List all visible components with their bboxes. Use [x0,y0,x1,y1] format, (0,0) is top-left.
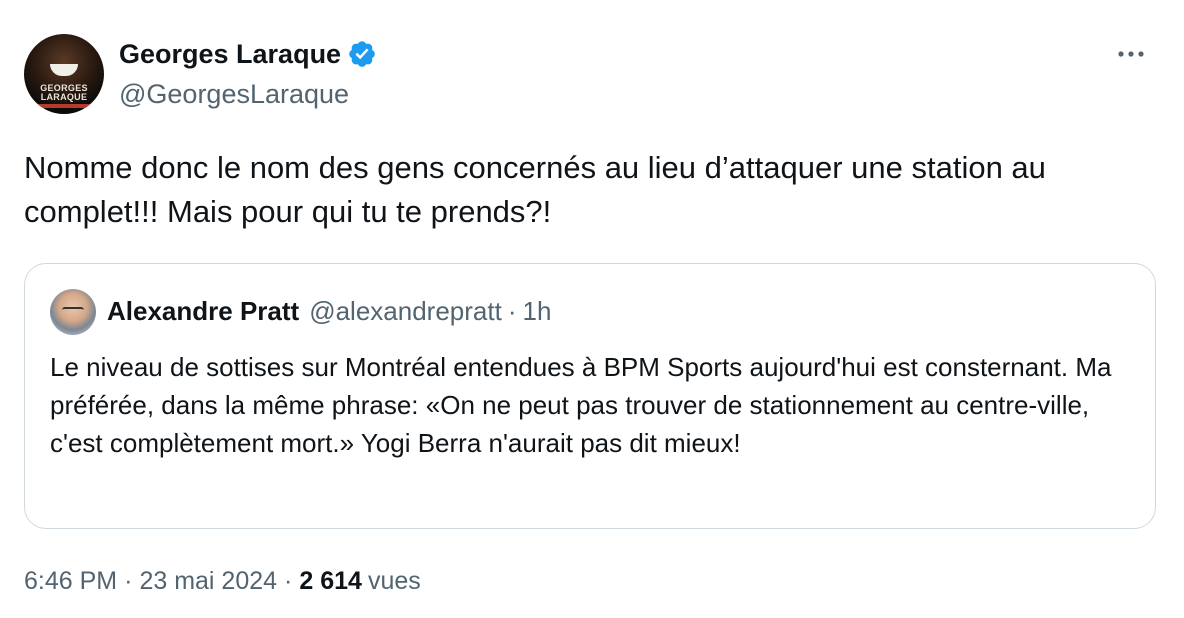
avatar-book-band [32,104,96,108]
quoted-separator: · [507,296,517,326]
quoted-text: Le niveau de sottises sur Montréal enten… [50,352,1112,458]
avatar-smile [50,64,78,76]
quoted-header: Alexandre Pratt @alexandrepratt · 1h [107,295,551,327]
views-count[interactable]: 2 614 [299,565,362,597]
tweet-time[interactable]: 6:46 PM [24,565,117,597]
tweet-text: Nomme donc le nom des gens concernés au … [24,150,1046,229]
quoted-display-name[interactable]: Alexandre Pratt [107,295,299,327]
quoted-tweet-card[interactable]: Alexandre Pratt @alexandrepratt · 1h Le … [24,263,1156,529]
author-handle[interactable]: @GeorgesLaraque [119,78,349,110]
verified-badge-icon[interactable] [347,39,377,69]
meta-separator: · [284,567,293,595]
quoted-handle[interactable]: @alexandrepratt [309,295,502,327]
quoted-timestamp[interactable]: 1h [522,295,551,327]
more-horizontal-icon[interactable] [1114,42,1148,66]
views-label: vues [367,567,421,595]
meta-separator: · [124,567,133,595]
tweet-meta: 6:46 PM · 23 mai 2024 · 2 614 vues [24,565,421,597]
author-name-row: Georges Laraque [119,38,377,70]
tweet-date[interactable]: 23 mai 2024 [139,565,277,597]
author-display-name[interactable]: Georges Laraque [119,38,341,70]
author-avatar[interactable]: GEORGES LARAQUE [24,34,104,114]
avatar-book-title: GEORGES LARAQUE [40,83,88,102]
avatar-glasses [62,307,84,313]
quoted-author-avatar[interactable] [50,289,96,335]
tweet: GEORGES LARAQUE Georges Laraque @Georges… [0,0,1184,618]
